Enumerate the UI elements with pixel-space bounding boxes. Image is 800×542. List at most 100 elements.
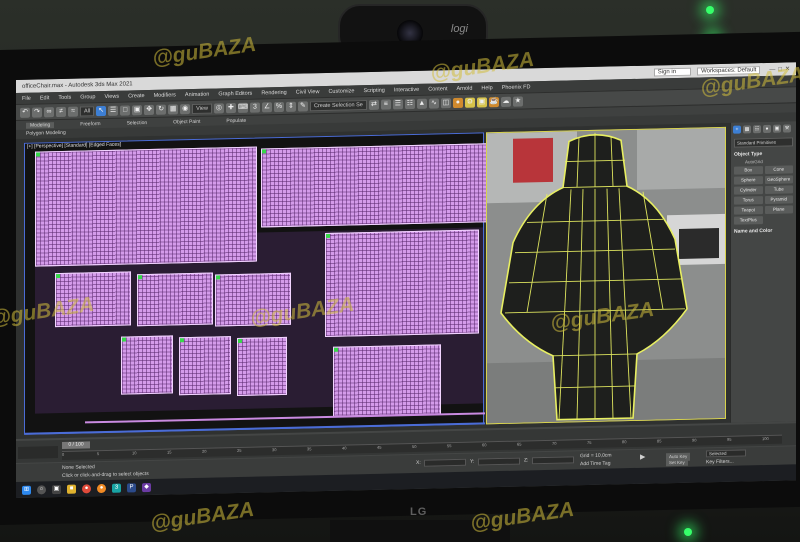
select-by-name-icon[interactable]: ☰ [108, 105, 119, 116]
utilities-tab-icon[interactable]: ⚒ [783, 124, 791, 133]
viewport-label[interactable]: [+] [Perspective] [Standard] [Edged Face… [27, 142, 121, 150]
tube-button[interactable]: Tube [764, 185, 793, 195]
z-coordinate-field[interactable] [532, 456, 574, 465]
display-tab-icon[interactable]: ▣ [773, 124, 781, 133]
geosphere-button[interactable]: GeoSphere [764, 175, 793, 185]
3ds-max-icon[interactable]: 3 [112, 483, 121, 493]
menu-interactive[interactable]: Interactive [394, 86, 419, 93]
maximize-icon[interactable]: □ [778, 66, 782, 72]
name-and-color-heading[interactable]: Name and Color [734, 227, 793, 235]
tab-populate[interactable]: Populate [226, 117, 246, 123]
cone-button[interactable]: Cone [764, 165, 793, 175]
textplus-button[interactable]: TextPlus [734, 216, 763, 225]
named-selection-dropdown[interactable]: Create Selection Se [309, 99, 367, 111]
rendered-frame-window-icon[interactable]: ▣ [476, 96, 487, 108]
uv-island[interactable] [325, 229, 479, 337]
photoshop-icon[interactable]: P [127, 482, 136, 492]
bind-space-warp-icon[interactable]: ≈ [68, 106, 78, 117]
task-view-icon[interactable]: ▣ [52, 484, 61, 494]
placement-icon[interactable]: ◉ [180, 103, 191, 114]
select-manipulate-icon[interactable]: ✚ [225, 102, 236, 113]
menu-edit[interactable]: Edit [40, 95, 49, 101]
firefox-icon[interactable]: ● [97, 483, 106, 493]
plane-button[interactable]: Plane [764, 205, 793, 215]
modify-tab-icon[interactable]: ▩ [743, 125, 751, 134]
menu-phoenix-fd[interactable]: Phoenix FD [502, 84, 531, 91]
minimize-icon[interactable]: — [769, 66, 775, 72]
autogrid-checkbox[interactable]: AutoGrid [745, 158, 793, 164]
uv-island[interactable] [237, 336, 287, 396]
uv-island[interactable] [137, 272, 213, 327]
schematic-view-icon[interactable]: ◫ [440, 97, 451, 108]
primitive-type-dropdown[interactable]: Standard Primitives [734, 137, 793, 148]
keyboard-shortcut-icon[interactable]: ⌨ [237, 102, 248, 113]
rotate-icon[interactable]: ↻ [156, 104, 167, 115]
rectangular-selection-icon[interactable]: □ [120, 104, 131, 116]
spinner-snap-icon[interactable]: ⇕ [285, 101, 296, 112]
workspace-dropdown[interactable]: Workspaces: Default [697, 65, 761, 76]
menu-content[interactable]: Content [428, 86, 447, 92]
close-icon[interactable]: ✕ [785, 65, 790, 72]
link-icon[interactable]: ∞ [44, 106, 54, 117]
cylinder-button[interactable]: Cylinder [734, 186, 763, 195]
menu-help[interactable]: Help [481, 85, 492, 91]
menu-create[interactable]: Create [128, 93, 145, 99]
uv-island[interactable] [55, 271, 131, 328]
a360-gallery-icon[interactable]: ★ [512, 95, 523, 107]
sphere-button[interactable]: Sphere [734, 176, 763, 185]
uv-island[interactable] [261, 143, 487, 228]
percent-snap-icon[interactable]: % [273, 101, 284, 112]
scene-explorer-icon[interactable]: ☷ [404, 98, 415, 109]
window-crossing-icon[interactable]: ▣ [132, 104, 143, 115]
tab-freeform[interactable]: Freeform [80, 121, 100, 127]
tab-selection[interactable]: Selection [127, 120, 148, 126]
move-icon[interactable]: ✥ [144, 104, 155, 115]
menu-customize[interactable]: Customize [328, 88, 354, 95]
menu-civil-view[interactable]: Civil View [296, 89, 320, 96]
mini-listener[interactable] [18, 446, 58, 459]
redo-icon[interactable]: ↷ [32, 106, 42, 118]
tab-object-paint[interactable]: Object Paint [173, 118, 200, 125]
uv-viewport[interactable]: [+] [Perspective] [Standard] [Edged Face… [24, 132, 487, 435]
menu-animation[interactable]: Animation [185, 91, 209, 98]
key-filters-button[interactable]: Key Filters... [706, 459, 734, 466]
signin-field[interactable]: Sign in [653, 67, 692, 77]
object-type-heading[interactable]: Object Type [734, 150, 793, 158]
chair-wireframe[interactable] [487, 127, 726, 425]
selected-dropdown[interactable]: Selected [706, 449, 746, 458]
unlink-icon[interactable]: ≠ [56, 106, 66, 117]
render-in-cloud-icon[interactable]: ☁ [500, 96, 511, 107]
add-time-tag-button[interactable]: Add Time Tag [580, 461, 610, 468]
motion-tab-icon[interactable]: ● [763, 124, 771, 134]
search-icon[interactable]: ○ [37, 484, 46, 495]
y-coordinate-field[interactable] [478, 457, 520, 466]
pivot-center-icon[interactable]: ◎ [213, 102, 224, 114]
material-editor-icon[interactable]: ● [452, 97, 463, 108]
undo-icon[interactable]: ↶ [20, 107, 30, 118]
play-icon[interactable]: ▶ [640, 453, 645, 461]
render-production-icon[interactable]: ☕ [488, 96, 499, 107]
box-button[interactable]: Box [734, 166, 763, 175]
create-tab-icon[interactable]: + [733, 125, 741, 134]
edit-named-selection-icon[interactable]: ✎ [297, 100, 308, 112]
pyramid-button[interactable]: Pyramid [764, 195, 793, 205]
reference-coordinate-dropdown[interactable]: View [192, 103, 212, 114]
menu-tools[interactable]: Tools [58, 94, 71, 100]
angle-snap-icon[interactable]: ∠ [261, 101, 272, 112]
windows-start-icon[interactable]: ⊞ [22, 485, 31, 495]
menu-scripting[interactable]: Scripting [363, 87, 384, 93]
torus-button[interactable]: Torus [734, 196, 763, 205]
x-coordinate-field[interactable] [424, 458, 466, 467]
teapot-button[interactable]: Teapot [734, 206, 763, 215]
render-setup-icon[interactable]: ⚙ [464, 97, 475, 108]
uv-island[interactable] [333, 344, 441, 417]
align-icon[interactable]: ≡ [380, 98, 391, 110]
selection-filter-dropdown[interactable]: All [80, 105, 95, 117]
graphite-toggle-icon[interactable]: ▲ [416, 98, 427, 109]
menu-file[interactable]: File [22, 95, 31, 101]
menu-group[interactable]: Group [80, 94, 95, 100]
time-slider[interactable]: 0 / 100 [62, 441, 90, 449]
uv-island[interactable] [35, 146, 257, 267]
menu-views[interactable]: Views [105, 93, 120, 99]
select-object-icon[interactable]: ↖ [96, 105, 107, 116]
